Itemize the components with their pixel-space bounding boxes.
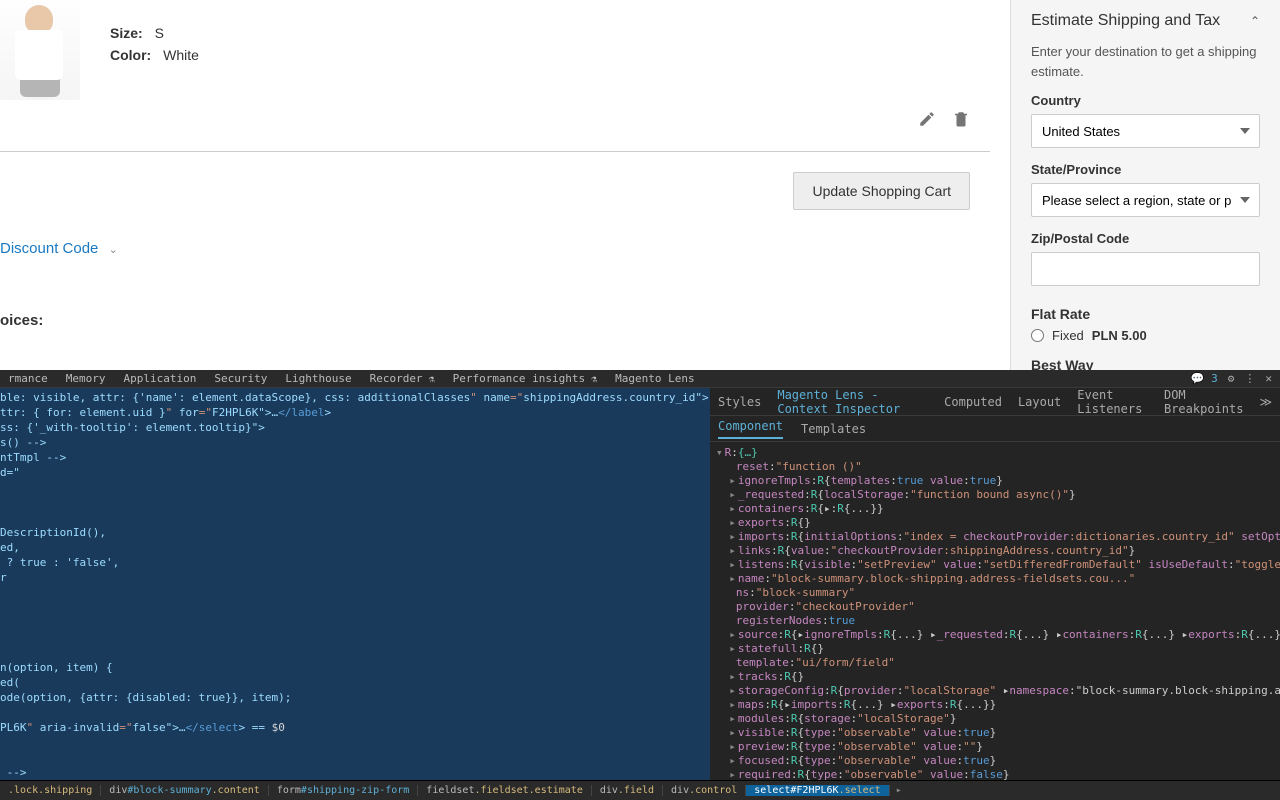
- remove-item-icon[interactable]: [952, 110, 970, 128]
- inspector-tab[interactable]: Layout: [1018, 395, 1061, 409]
- breadcrumb-segment[interactable]: .lock.shipping: [0, 785, 101, 796]
- breadcrumb-overflow-icon: ▸: [890, 785, 908, 796]
- estimate-description: Enter your destination to get a shipping…: [1031, 42, 1260, 81]
- product-image: [0, 0, 80, 100]
- country-select[interactable]: United States: [1031, 114, 1260, 148]
- issues-badge[interactable]: 💬 3: [1191, 372, 1218, 385]
- inspector-tab[interactable]: Styles: [718, 395, 761, 409]
- country-label: Country: [1031, 93, 1260, 108]
- devtools-tab[interactable]: Security: [214, 372, 267, 385]
- edit-item-icon[interactable]: [918, 110, 936, 128]
- inspector-tab[interactable]: Computed: [944, 395, 1002, 409]
- component-properties[interactable]: ▾R:{…} reset:"function ()" ▸ignoreTmpls:…: [710, 442, 1280, 780]
- flat-rate-radio[interactable]: [1031, 329, 1044, 342]
- breadcrumb-segment[interactable]: div.field: [592, 785, 663, 796]
- elements-source-panel[interactable]: ble: visible, attr: {'name': element.dat…: [0, 388, 710, 780]
- choices-label: oices:: [0, 312, 990, 329]
- zip-input[interactable]: [1031, 252, 1260, 286]
- inspector-tab[interactable]: Magento Lens - Context Inspector: [777, 388, 928, 416]
- flat-rate-option[interactable]: Fixed PLN 5.00: [1031, 328, 1260, 343]
- devtools-tab[interactable]: Magento Lens: [615, 372, 694, 385]
- flat-rate-label: Fixed: [1052, 328, 1084, 343]
- flat-rate-title: Flat Rate: [1031, 306, 1260, 322]
- breadcrumb-segment[interactable]: select#F2HPL6K.select: [746, 785, 889, 796]
- breadcrumb-segment[interactable]: fieldset.fieldset.estimate: [418, 785, 592, 796]
- inspector-subtab[interactable]: Templates: [801, 422, 866, 436]
- color-value: White: [163, 47, 199, 63]
- devtools-tab[interactable]: Performance insights: [453, 372, 598, 385]
- chevron-up-icon: ⌃: [1250, 14, 1260, 28]
- more-tabs-icon[interactable]: ≫: [1259, 395, 1272, 409]
- update-cart-button[interactable]: Update Shopping Cart: [793, 172, 970, 210]
- zip-label: Zip/Postal Code: [1031, 231, 1260, 246]
- more-icon[interactable]: ⋮: [1244, 372, 1255, 385]
- discount-code-toggle[interactable]: Discount Code ⌄: [0, 240, 990, 257]
- breadcrumb-segment[interactable]: div#block-summary.content: [101, 785, 269, 796]
- best-way-title: Best Way: [1031, 357, 1260, 370]
- size-label: Size:: [110, 25, 143, 41]
- inspector-subtab[interactable]: Component: [718, 419, 783, 439]
- breadcrumb[interactable]: .lock.shippingdiv#block-summary.contentf…: [0, 780, 1280, 800]
- close-icon[interactable]: ✕: [1265, 372, 1272, 385]
- estimate-shipping-toggle[interactable]: Estimate Shipping and Tax ⌃: [1031, 0, 1260, 42]
- region-select[interactable]: Please select a region, state or provi: [1031, 183, 1260, 217]
- estimate-title: Estimate Shipping and Tax: [1031, 12, 1220, 30]
- breadcrumb-segment[interactable]: div.control: [663, 785, 746, 796]
- discount-label: Discount Code: [0, 240, 98, 257]
- devtools-tab[interactable]: Lighthouse: [285, 372, 351, 385]
- color-label: Color:: [110, 47, 151, 63]
- gear-icon[interactable]: ⚙: [1228, 372, 1235, 385]
- size-value: S: [155, 25, 164, 41]
- inspector-tab[interactable]: DOM Breakpoints: [1164, 388, 1243, 416]
- inspector-tab[interactable]: Event Listeners: [1077, 388, 1148, 416]
- flat-rate-price: PLN 5.00: [1092, 328, 1147, 343]
- devtools-top-bar: rmance Memory Application Security Lighthous…: [0, 370, 1280, 388]
- devtools-tab[interactable]: rmance: [8, 372, 48, 385]
- devtools-panel: rmance Memory Application Security Lighthous…: [0, 370, 1280, 800]
- product-attributes: Size: S Color: White: [110, 25, 199, 69]
- region-label: State/Province: [1031, 162, 1260, 177]
- devtools-tab[interactable]: Recorder: [370, 372, 435, 385]
- breadcrumb-segment[interactable]: form#shipping-zip-form: [269, 785, 418, 796]
- devtools-tab[interactable]: Application: [124, 372, 197, 385]
- devtools-tab[interactable]: Memory: [66, 372, 106, 385]
- chevron-down-icon: ⌄: [109, 244, 118, 256]
